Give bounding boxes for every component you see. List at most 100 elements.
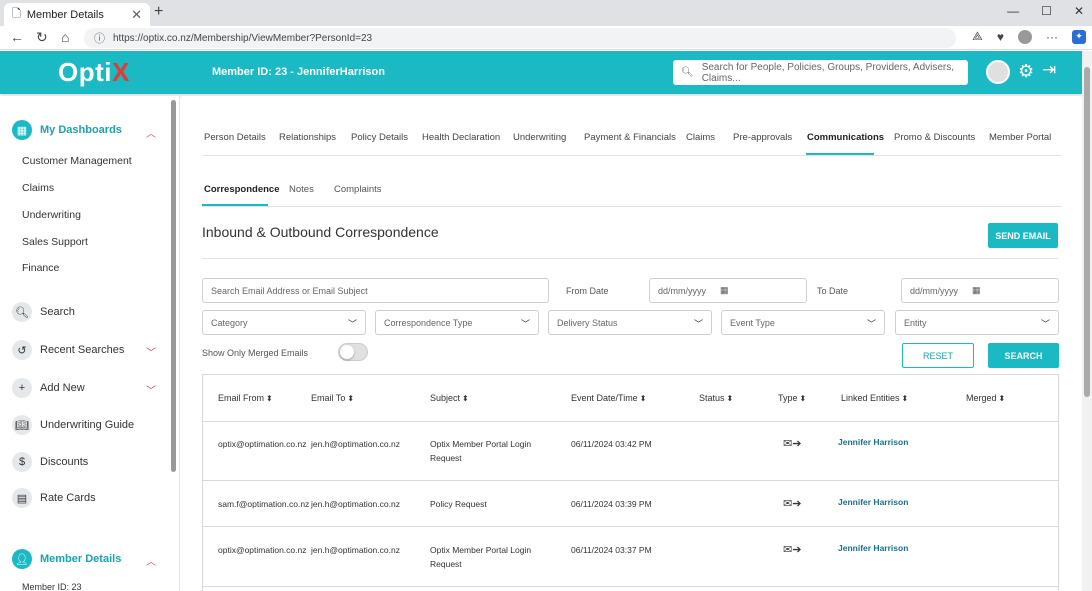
tab-health-declaration[interactable]: Health Declaration <box>422 132 500 143</box>
minimize-icon[interactable]: — <box>1007 4 1019 18</box>
logo-x: X <box>112 57 130 87</box>
tab-underwriting[interactable]: Underwriting <box>513 132 566 143</box>
linked-entity-link[interactable]: Jennifer Harrison <box>838 435 908 449</box>
sort-icon[interactable]: ⬍ <box>727 394 734 403</box>
sort-icon[interactable]: ⬍ <box>347 394 354 403</box>
sidebar-discounts[interactable]: $ Discounts <box>12 452 88 472</box>
sidebar-item-sales-support[interactable]: Sales Support <box>22 236 88 248</box>
member-title: Member ID: 23 - JenniferHarrison <box>212 66 385 78</box>
sidebar-recent-searches[interactable]: ↺ Recent Searches <box>12 340 124 360</box>
linked-entity-link[interactable]: Jennifer Harrison <box>838 541 908 555</box>
chevron-up-icon[interactable]: ︿ <box>146 125 156 140</box>
site-info-icon[interactable]: ⓘ <box>94 30 105 46</box>
sidebar-rate-cards[interactable]: ▤ Rate Cards <box>12 488 96 508</box>
sidebar-item-claims[interactable]: Claims <box>22 182 54 194</box>
tab-claims[interactable]: Claims <box>686 132 715 143</box>
url-text: https://optix.co.nz/Membership/ViewMembe… <box>113 32 373 44</box>
sort-icon[interactable]: ⬍ <box>640 394 647 403</box>
chevron-down-icon[interactable]: ﹀ <box>146 344 156 359</box>
chevron-down-icon[interactable]: ﹀ <box>146 382 156 397</box>
sidebar-item-underwriting[interactable]: Underwriting <box>22 209 81 221</box>
correspondence-type-select[interactable]: Correspondence Type ﹀ <box>375 310 539 335</box>
delivery-status-select[interactable]: Delivery Status ﹀ <box>548 310 712 335</box>
search-button[interactable]: SEARCH <box>988 343 1059 368</box>
dashboard-grid-icon: ▦ <box>12 120 32 140</box>
tab-complaints[interactable]: Complaints <box>334 184 382 195</box>
sort-icon[interactable]: ⬍ <box>462 394 469 403</box>
tab-payment-financials[interactable]: Payment & Financials <box>584 132 676 143</box>
tab-member-portal[interactable]: Member Portal <box>989 132 1051 143</box>
reload-icon[interactable]: ↻ <box>36 29 48 46</box>
logout-icon[interactable]: ⇥ <box>1042 60 1056 80</box>
gear-icon[interactable]: ⚙ <box>1018 61 1034 82</box>
tab-person-details[interactable]: Person Details <box>204 132 266 143</box>
sort-icon[interactable]: ⬍ <box>266 394 273 403</box>
optix-logo[interactable]: OptiX <box>58 57 130 88</box>
global-search-input[interactable]: 🔍︎ Search for People, Policies, Groups, … <box>673 60 968 85</box>
reset-button[interactable]: RESET <box>902 343 974 368</box>
sidebar-item-finance[interactable]: Finance <box>22 262 59 274</box>
sidebar-my-dashboards[interactable]: ▦ My Dashboards <box>12 120 122 140</box>
sort-icon[interactable]: ⬍ <box>999 394 1006 403</box>
cell-event-datetime: 06/11/2024 03:37 PM <box>571 545 652 555</box>
sidebar-scroll-thumb[interactable] <box>171 100 176 472</box>
maximize-icon[interactable]: ☐ <box>1041 4 1052 18</box>
extensions-icon[interactable]: ⟁ <box>972 29 983 44</box>
favorites-icon[interactable]: ♥ <box>997 30 1004 44</box>
column-header-merged[interactable]: Merged ⬍ <box>966 393 1005 403</box>
column-header-status[interactable]: Status ⬍ <box>699 393 733 403</box>
event-type-select[interactable]: Event Type ﹀ <box>721 310 885 335</box>
column-header-linked-entities[interactable]: Linked Entities ⬍ <box>841 393 908 403</box>
sidebar-label: Member Details <box>40 553 122 565</box>
tab-relationships[interactable]: Relationships <box>279 132 336 143</box>
sidebar-search[interactable]: 🔍︎ Search <box>12 302 75 322</box>
tab-communications[interactable]: Communications <box>807 132 884 143</box>
column-header-type[interactable]: Type ⬍ <box>778 393 806 403</box>
column-header-event-date[interactable]: Event Date/Time ⬍ <box>571 393 646 403</box>
close-tab-icon[interactable]: ✕ <box>131 7 142 23</box>
home-icon[interactable]: ⌂ <box>61 29 69 45</box>
header-text: Type <box>778 393 798 403</box>
category-select[interactable]: Category ﹀ <box>202 310 366 335</box>
to-date-input[interactable]: dd/mm/yyyy ▦ <box>901 278 1059 303</box>
close-window-icon[interactable]: ✕ <box>1074 4 1084 18</box>
sidebar-add-new[interactable]: + Add New <box>12 378 85 398</box>
linked-entity-link[interactable]: Jennifer Harrison <box>838 495 908 509</box>
send-email-button[interactable]: SEND EMAIL <box>988 223 1058 248</box>
correspondence-table: Email From ⬍ Email To ⬍ Subject ⬍ Event Dat… <box>202 374 1059 591</box>
column-header-subject[interactable]: Subject ⬍ <box>430 393 469 403</box>
calendar-icon[interactable]: ▦ <box>972 285 981 296</box>
chevron-up-icon[interactable]: ︿ <box>146 553 156 568</box>
merged-emails-toggle[interactable] <box>338 343 368 361</box>
sidebar-scrollbar[interactable] <box>170 96 178 591</box>
tab-notes[interactable]: Notes <box>289 184 314 195</box>
tab-correspondence[interactable]: Correspondence <box>204 184 280 195</box>
browser-tab[interactable]: 🗋 Member Details ✕ <box>4 3 150 26</box>
profile-icon[interactable] <box>1018 29 1032 44</box>
calendar-icon[interactable]: ▦ <box>720 285 729 296</box>
user-avatar[interactable] <box>986 60 1010 84</box>
tab-pre-approvals[interactable]: Pre-approvals <box>733 132 792 143</box>
page-scrollbar[interactable] <box>1082 51 1092 591</box>
url-bar[interactable]: ⓘ https://optix.co.nz/Membership/ViewMem… <box>84 28 956 48</box>
cell-subject: Optix Member Portal Login Request <box>430 545 532 569</box>
sidebar-item-customer-management[interactable]: Customer Management <box>22 155 132 167</box>
sidebar-member-details[interactable]: 👤︎ Member Details <box>12 549 121 569</box>
entity-select[interactable]: Entity ﹀ <box>895 310 1059 335</box>
copilot-icon[interactable]: ✦ <box>1072 29 1086 44</box>
delivery-status-value: Delivery Status <box>557 317 618 328</box>
sort-icon[interactable]: ⬍ <box>800 394 807 403</box>
sort-icon[interactable]: ⬍ <box>902 394 909 403</box>
tab-policy-details[interactable]: Policy Details <box>351 132 408 143</box>
column-header-email-from[interactable]: Email From ⬍ <box>218 393 273 403</box>
page-scroll-thumb[interactable] <box>1084 67 1090 397</box>
sidebar-underwriting-guide[interactable]: 📖︎ Underwriting Guide <box>12 415 134 435</box>
email-search-input[interactable]: Search Email Address or Email Subject <box>202 278 549 303</box>
cell-email-to: jen.h@optimation.co.nz <box>311 499 400 509</box>
column-header-email-to[interactable]: Email To ⬍ <box>311 393 354 403</box>
new-tab-icon[interactable]: + <box>154 3 163 21</box>
from-date-input[interactable]: dd/mm/yyyy ▦ <box>649 278 807 303</box>
back-icon[interactable]: ← <box>10 29 24 45</box>
more-icon[interactable]: ··· <box>1046 30 1058 44</box>
tab-promo-discounts[interactable]: Promo & Discounts <box>894 132 975 143</box>
